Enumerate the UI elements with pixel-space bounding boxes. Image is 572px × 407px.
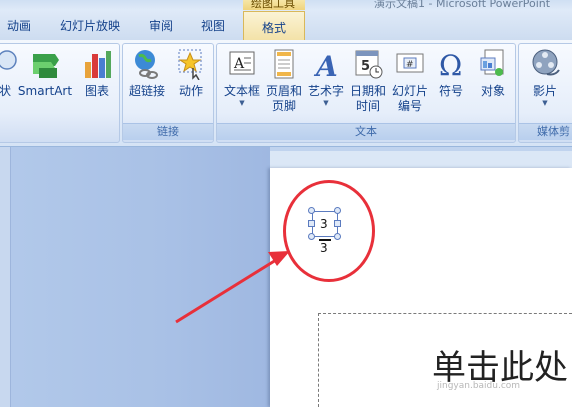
- annotation-arrow: [175, 251, 290, 324]
